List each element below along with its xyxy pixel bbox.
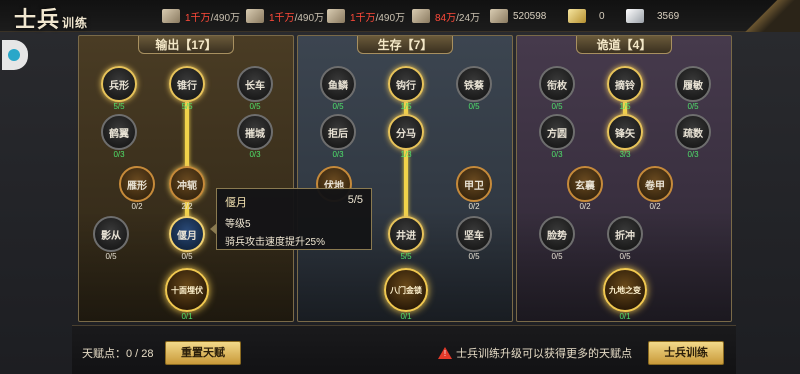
talent-node[interactable]: 疏数 0/3	[675, 114, 711, 159]
tooltip-name: 偃月	[225, 197, 247, 209]
resource-gold: 0	[568, 7, 605, 25]
bottom-bar: 天赋点：0 / 28 重置天赋 ! 士兵训练升级可以获得更多的天赋点 士兵训练	[72, 325, 736, 374]
talent-node[interactable]: 方圆 0/3	[539, 114, 575, 159]
resource-stone: 1千万/490万	[327, 7, 405, 25]
panel-survival: 生存【7】 鱼鳞 0/5 钩行 1/5 铁蔡 0/5 拒后 0/3 分马 1/3 伏地 甲…	[297, 35, 513, 322]
talent-node[interactable]: 钩行 1/5	[388, 66, 424, 111]
talent-node[interactable]: 卷甲 0/2	[637, 166, 673, 211]
talent-node[interactable]: 井进 5/5	[388, 216, 424, 261]
resource-iron: 84万/24万	[412, 7, 480, 25]
lumber-icon	[246, 9, 264, 23]
talent-node[interactable]: 履敏 0/5	[675, 66, 711, 111]
tooltip-count: 5/5	[347, 194, 363, 206]
page-title: 士兵 训练	[14, 7, 89, 33]
wheat-icon	[162, 9, 180, 23]
talent-node[interactable]: 摘铃 1/5	[607, 66, 643, 111]
close-corner-button[interactable]	[740, 0, 800, 32]
panel-survival-title: 生存【7】	[357, 36, 453, 54]
ultimate-talent-node[interactable]: 九地之变 0/1	[603, 268, 647, 321]
tooltip-effect: 骑兵攻击速度提升25%	[225, 237, 326, 248]
talent-node[interactable]: 摧城 0/3	[237, 114, 273, 159]
talent-node[interactable]: 长车 0/5	[237, 66, 273, 111]
hint-text: ! 士兵训练升级可以获得更多的天赋点	[438, 345, 632, 361]
talent-node[interactable]: 雁形 0/2	[119, 166, 155, 211]
top-bar: 士兵 训练 1千万/490万 1千万/490万 1千万/490万 84万/24万 …	[0, 0, 800, 33]
resource-lumber: 1千万/490万	[246, 7, 324, 25]
resource-wheat: 1千万/490万	[162, 7, 240, 25]
talent-node[interactable]: 拒后 0/3	[320, 114, 356, 159]
resource-silver: 3569	[626, 7, 679, 25]
talent-node[interactable]: 脸势 0/5	[539, 216, 575, 261]
talent-node[interactable]: 衔枚 0/5	[539, 66, 575, 111]
panel-trickery: 诡道【4】 衔枚 0/5 摘铃 1/5 履敏 0/5 方圆 0/3 锋矢 3/3 疏数 0/…	[516, 35, 732, 322]
ultimate-talent-node[interactable]: 十面埋伏 0/1	[165, 268, 209, 321]
talent-node[interactable]: 鹤翼 0/3	[101, 114, 137, 159]
ultimate-talent-node[interactable]: 八门金锁 0/1	[384, 268, 428, 321]
talent-node[interactable]: 锋矢 3/3	[607, 114, 643, 159]
talent-node[interactable]: 玄襄 0/2	[567, 166, 603, 211]
talent-node[interactable]: 甲卫 0/2	[456, 166, 492, 211]
gold-ingot-icon	[568, 9, 586, 23]
panel-trickery-title: 诡道【4】	[576, 36, 672, 54]
talent-node[interactable]: 鱼鳞 0/5	[320, 66, 356, 111]
menu-icon	[8, 49, 20, 61]
tooltip-level: 等级5	[225, 219, 251, 230]
side-menu-button[interactable]	[2, 40, 28, 70]
warning-icon: !	[438, 347, 452, 359]
talent-node[interactable]: 坚车 0/5	[456, 216, 492, 261]
talent-node[interactable]: 分马 1/3	[388, 114, 424, 159]
talent-node[interactable]: 铁蔡 0/5	[456, 66, 492, 111]
talent-node[interactable]: 折冲 0/5	[607, 216, 643, 261]
talent-points-label: 天赋点：0 / 28	[82, 348, 154, 360]
talent-tooltip: 偃月 5/5 等级5 骑兵攻击速度提升25%	[210, 188, 372, 250]
resource-sword: 520598	[490, 7, 546, 25]
talent-node[interactable]: 冲轭 2/2	[169, 166, 205, 211]
silver-ingot-icon	[626, 9, 644, 23]
talent-node-selected[interactable]: 偃月 0/5	[169, 216, 205, 261]
talent-node[interactable]: 兵形 5/5	[101, 66, 137, 111]
panel-output-title: 输出【17】	[138, 36, 234, 54]
panel-output: 输出【17】 兵形 5/5 锥行 5/5 长车 0/5 鹤翼 0/3 摧城 0/3 雁形 0…	[78, 35, 294, 322]
talent-node[interactable]: 锥行 5/5	[169, 66, 205, 111]
talent-node[interactable]: 影从 0/5	[93, 216, 129, 261]
reset-talent-button[interactable]: 重置天赋	[165, 341, 241, 365]
soldier-training-button[interactable]: 士兵训练	[648, 341, 724, 365]
iron-icon	[412, 9, 430, 23]
sword-icon	[490, 9, 508, 23]
stone-icon	[327, 9, 345, 23]
